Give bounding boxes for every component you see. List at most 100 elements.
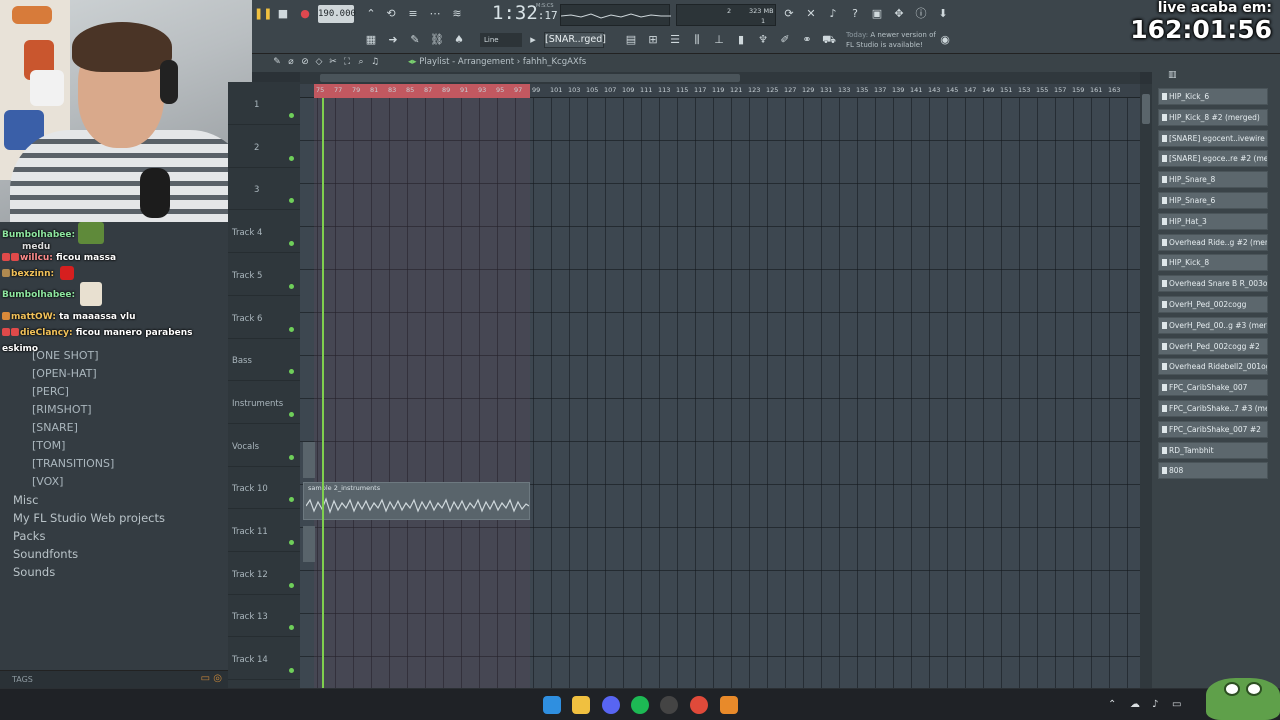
browser-icon[interactable]: ▮ [732,32,750,48]
track-header[interactable]: Instruments [228,381,300,424]
vertical-scrollbar[interactable] [1140,84,1152,688]
playhead[interactable] [322,98,324,688]
stop-icon[interactable]: ■ [274,6,292,22]
mixer-icon[interactable]: ⫼ [688,32,706,48]
channel-item[interactable]: Overhead Snare B R_003ogg [1158,275,1268,293]
piano-roll-icon[interactable]: ⊞ [644,32,662,48]
channel-item[interactable]: HIP_Kick_8 #2 (merged) [1158,108,1268,126]
tray-cloud-icon[interactable]: ☁ [1130,699,1140,710]
audio-clip[interactable] [303,442,315,478]
browser-root-packs[interactable]: Packs [13,529,45,543]
audio-clip[interactable] [303,526,315,562]
channel-rack-icon[interactable]: ☰ [666,32,684,48]
chrome-icon[interactable] [690,696,708,714]
track-enable-led[interactable] [289,411,294,417]
browser-folder[interactable]: [TRANSITIONS] [32,457,114,470]
track-header[interactable]: Track 5 [228,253,300,296]
horizontal-scrollbar[interactable] [300,72,1140,84]
channel-item[interactable]: HIP_Kick_8 [1158,254,1268,272]
tag-icon[interactable]: ✐ [776,32,794,48]
spotify-icon[interactable] [631,696,649,714]
tags-label[interactable]: TAGS [12,675,33,684]
channel-item[interactable]: HIP_Kick_6 [1158,88,1268,105]
update-hint[interactable]: Today: A newer version of FL Studio is a… [846,30,936,50]
channel-item[interactable]: HIP_Snare_6 [1158,192,1268,209]
track-header[interactable]: 1 [228,82,300,125]
windows-start-icon[interactable] [543,696,561,714]
browser-folder[interactable]: [SNARE] [32,421,78,434]
audio-clip-sample[interactable]: sample 2_instruments [303,482,530,520]
track-enable-led[interactable] [289,283,294,289]
prev-pattern-icon[interactable]: ▸ [524,32,542,48]
browser-folder[interactable]: [OPEN-HAT] [32,367,97,380]
track-enable-led[interactable] [289,540,294,545]
info-icon[interactable]: ⓘ [912,6,930,22]
track-header[interactable]: 3 [228,167,300,211]
file-explorer-icon[interactable] [572,696,590,714]
playback-tool-icon[interactable]: ♫ [366,54,384,70]
channel-item[interactable]: OverH_Ped_002cogg [1158,296,1268,313]
track-enable-led[interactable] [289,454,294,460]
track-header[interactable]: 2 [228,125,300,168]
channel-item[interactable]: HIP_Hat_3 [1158,212,1268,230]
metronome-icon[interactable]: ⌃ [362,6,380,22]
channel-item[interactable]: OverH_Ped_002cogg #2 [1158,337,1268,355]
loop-record-icon[interactable]: ⟲ [382,6,400,22]
browser-root-misc[interactable]: Misc [13,493,38,507]
browser-folder[interactable]: [PERC] [32,385,69,398]
plugin-db-icon[interactable]: ♆ [754,32,772,48]
browser-root-projects[interactable]: My FL Studio Web projects [13,511,165,525]
mic-icon[interactable]: ♪ [824,6,842,22]
stamp-icon[interactable]: ♠ [450,32,468,48]
channel-icon[interactable]: ⊥ [710,32,728,48]
plugin-icon[interactable]: ✥ [890,6,908,22]
countdown-icon[interactable]: ⋯ [426,6,444,22]
link-icon[interactable]: ⛓ [428,32,446,48]
channel-item[interactable]: Overhead Ride..g #2 (merged) [1158,233,1268,251]
scroll-thumb[interactable] [320,74,740,82]
track-enable-led[interactable] [289,241,294,247]
browser-folder[interactable]: [VOX] [32,475,63,488]
channel-item[interactable]: 808 [1158,462,1268,480]
step-edit-icon[interactable]: ≡ [404,6,422,22]
record-icon[interactable]: ● [296,6,314,22]
tray-mic-icon[interactable]: ♪ [1152,699,1158,710]
track-header[interactable]: Track 12 [228,552,300,595]
fl-studio-icon[interactable] [720,696,738,714]
track-header[interactable]: Track 10 [228,466,300,510]
help-icon[interactable]: ? [846,6,864,22]
track-enable-led[interactable] [289,668,294,674]
track-enable-led[interactable] [289,625,294,631]
tray-network-icon[interactable]: ▭ [1172,699,1181,710]
browser-folder[interactable]: [RIMSHOT] [32,403,92,416]
track-enable-led[interactable] [289,582,294,588]
pattern-mode-icon[interactable]: ▦ [362,32,380,48]
tempo-display[interactable]: 190.000 [318,5,356,23]
track-header[interactable]: Track 13 [228,594,300,638]
track-enable-led[interactable] [289,369,294,375]
channel-item[interactable]: FPC_CaribShake_007 #2 [1158,420,1268,438]
track-header[interactable]: Track 14 [228,637,300,681]
playlist-icon[interactable]: ▤ [622,32,640,48]
track-header[interactable]: Vocals [228,424,300,467]
export-icon[interactable]: ⬇ [934,6,952,22]
draw-icon[interactable]: ✎ [406,32,424,48]
save-icon[interactable]: ▣ [868,6,886,22]
channel-item[interactable]: RD_Tambhit [1158,441,1268,459]
search-icon[interactable]: ▭ ◎ [201,673,222,684]
track-header[interactable]: Track 6 [228,296,300,339]
channel-item[interactable]: FPC_CaribShake_007 [1158,379,1268,397]
channel-item[interactable]: OverH_Ped_00..g #3 (merged) [1158,316,1268,334]
channel-item[interactable]: [SNARE] egocent..ivewire snare [1158,129,1268,147]
channel-item[interactable]: FPC_CaribShake..7 #3 (merged) [1158,400,1268,417]
playlist-grid[interactable]: sample 2_instruments [300,98,1140,688]
track-header[interactable]: Track 11 [228,509,300,552]
tools-icon[interactable]: ✕ [802,6,820,22]
pattern-selector[interactable]: [SNAR..rged] [544,32,606,48]
track-enable-led[interactable] [289,198,294,204]
tray-chevron-icon[interactable]: ⌃ [1108,699,1116,710]
track-header[interactable]: Track 4 [228,210,300,254]
scroll-thumb[interactable] [1142,94,1150,124]
track-enable-led[interactable] [289,113,294,118]
track-enable-led[interactable] [289,497,294,503]
